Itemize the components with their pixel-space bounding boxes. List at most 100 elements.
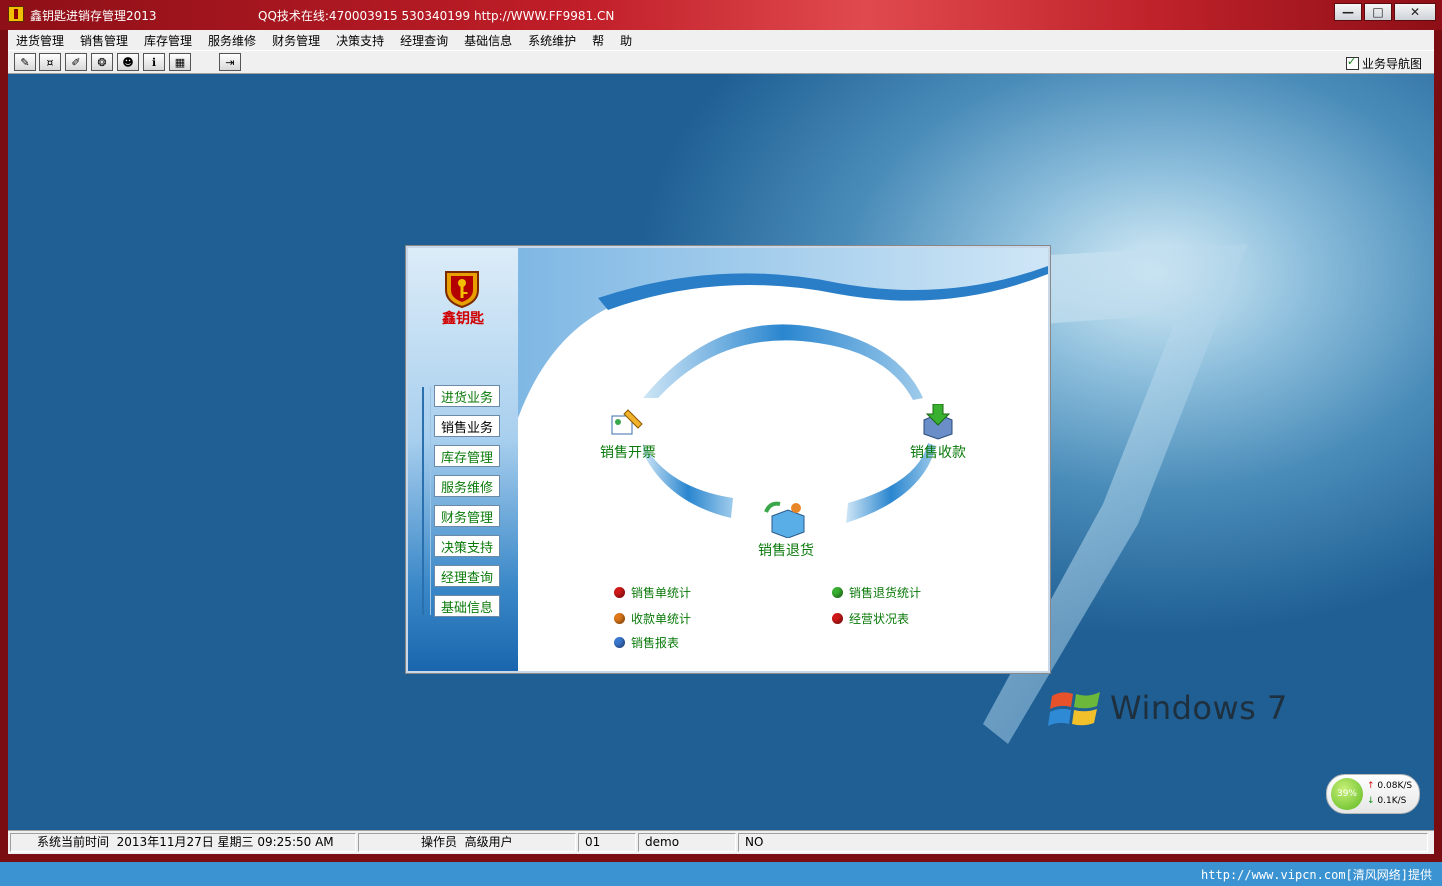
nav-toggle-label: 业务导航图 [1361,57,1422,71]
orange-bullet-icon [614,613,625,624]
menu-system[interactable]: 系统维护 [520,32,584,49]
nav-sales-button[interactable]: 销售业务 [434,415,500,437]
nav-basic-info-button[interactable]: 基础信息 [434,595,500,617]
nav-finance-button[interactable]: 财务管理 [434,505,500,527]
status-user-panel: demo [638,833,736,852]
windows-logo: Windows 7 [1048,686,1288,730]
menu-inventory[interactable]: 库存管理 [136,32,200,49]
support-info: QQ技术在线:470003915 530340199 http://WWW.FF… [258,9,615,23]
credit-text: http://www.vipcn.com[清风网络]提供 [1201,868,1432,882]
blue-bullet-icon [614,637,625,648]
users-tool-button[interactable]: ☻ [117,53,139,71]
nav-toggle-checkbox[interactable] [1345,55,1359,70]
business-nav-dialog: 鑫钥匙 进货业务 销售业务 库存管理 服务维修 财务管理 决策支持 经理查询 基… [406,246,1050,673]
report-label: 经营状况表 [849,612,910,626]
network-monitor-widget[interactable]: 39% ↑ 0.08K/S ↓ 0.1K/S [1326,774,1420,814]
title-bar[interactable]: 鑫钥匙进销存管理2013 QQ技术在线:470003915 530340199 … [0,0,1442,30]
download-arrow-icon: ↓ [1367,796,1375,806]
coins-icon: ❂ [97,55,107,69]
exit-tool-button[interactable]: ⇥ [219,53,241,71]
finance-tool-button[interactable]: ❂ [91,53,113,71]
flow-background [518,248,1048,523]
key-shield-logo [445,271,479,308]
download-speed: ↓ 0.1K/S [1367,796,1406,806]
nav-purchase-button[interactable]: 进货业务 [434,385,500,407]
nav-inventory-button[interactable]: 库存管理 [434,445,500,467]
menu-manager[interactable]: 经理查询 [392,32,456,49]
sales-receipt-node[interactable]: 销售收款 [910,404,966,462]
status-operator-role: 高级用户 [464,835,513,849]
minimize-icon: — [1342,5,1354,19]
sales-tool-button[interactable]: ¤ [39,53,61,71]
report-label: 销售退货统计 [849,586,922,600]
upload-arrow-icon: ↑ [1367,781,1375,791]
menu-bar: 进货管理 销售管理 库存管理 服务维修 财务管理 决策支持 经理查询 基础信息 … [8,30,1434,50]
sales-invoice-node[interactable]: 销售开票 [600,406,656,462]
pen-icon: ✎ [20,55,30,69]
status-bar: 系统当前时间 2013年11月27日 星期三 09:25:50 AM 操作员 高… [8,830,1434,854]
maximize-icon: □ [1372,5,1384,19]
cpu-usage-gauge: 39% [1331,778,1363,810]
sales-return-node[interactable]: 销售退货 [758,500,814,560]
status-operator-panel: 操作员 高级用户 [358,833,576,852]
menu-basic-info[interactable]: 基础信息 [456,32,520,49]
download-box-icon [923,404,953,440]
status-time-value: 2013年11月27日 星期三 09:25:50 AM [116,835,334,849]
os-version: 7 [1267,689,1288,727]
nav-toggle[interactable]: 业务导航图 [1345,55,1422,72]
desktop-area: Windows 7 鑫钥匙 进货业务 销售业务 库存管理 服务维修 财务管理 决… [8,74,1434,830]
credit-bar: http://www.vipcn.com[清风网络]提供 [0,862,1442,886]
return-box-icon [764,501,805,538]
nav-rail [422,387,431,615]
app-window: 鑫钥匙进销存管理2013 QQ技术在线:470003915 530340199 … [0,0,1442,862]
sales-invoice-label: 销售开票 [600,445,656,461]
menu-purchase[interactable]: 进货管理 [8,32,72,49]
sales-return-label: 销售退货 [758,543,814,559]
edit-tool-button[interactable]: ✐ [65,53,87,71]
report-label: 收款单统计 [631,612,692,626]
download-value: 0.1K/S [1377,796,1407,806]
window-title: 鑫钥匙进销存管理2013 [30,9,157,23]
invoice-icon [611,409,643,435]
menu-sales[interactable]: 销售管理 [72,32,136,49]
minimize-button[interactable]: — [1334,3,1362,21]
report-sales-report[interactable]: 销售报表 [614,634,679,651]
brand-name: 鑫钥匙 [442,311,484,327]
maximize-button[interactable]: □ [1364,3,1392,21]
users-icon: ☻ [122,55,134,69]
upload-speed: ↑ 0.08K/S [1367,781,1412,791]
calculator-tool-button[interactable]: ▦ [169,53,191,71]
menu-help-1[interactable]: 帮 [584,32,612,49]
windows-flag-icon [1048,692,1100,726]
dialog-sidebar: 鑫钥匙 进货业务 销售业务 库存管理 服务维修 财务管理 决策支持 经理查询 基… [408,248,518,671]
menu-service[interactable]: 服务维修 [200,32,264,49]
nav-decision-button[interactable]: 决策支持 [434,535,500,557]
flow-diagram: 销售开票 销售收款 销售退货 销售单统计 收款单统计 销售报表 销售退货统计 经… [518,248,1048,671]
purchase-tool-button[interactable]: ✎ [14,53,36,71]
window-controls: — □ ✕ [1332,3,1436,21]
status-operator-label: 操作员 [421,835,458,849]
report-label: 销售单统计 [631,586,692,600]
nav-service-button[interactable]: 服务维修 [434,475,500,497]
report-sales-order-stats[interactable]: 销售单统计 [614,584,691,601]
menu-decision[interactable]: 决策支持 [328,32,392,49]
close-button[interactable]: ✕ [1394,3,1436,21]
os-brand: Windows [1110,689,1257,727]
app-icon[interactable] [8,6,24,22]
calculator-icon: ▦ [174,55,186,69]
red-bullet-icon [832,613,843,624]
toolbar: ✎ ¤ ✐ ❂ ☻ ℹ ▦ ⇥ 业务导航图 [8,50,1434,74]
nav-manager-button[interactable]: 经理查询 [434,565,500,587]
report-receipt-stats[interactable]: 收款单统计 [614,610,691,627]
red-bullet-icon [614,587,625,598]
menu-help-2[interactable]: 助 [612,32,640,49]
green-bullet-icon [832,587,843,598]
report-label: 销售报表 [631,636,680,650]
sales-receipt-label: 销售收款 [910,445,966,461]
close-icon: ✕ [1409,5,1421,19]
pencil-icon: ✐ [71,55,81,69]
menu-finance[interactable]: 财务管理 [264,32,328,49]
report-return-stats[interactable]: 销售退货统计 [832,584,921,601]
info-tool-button[interactable]: ℹ [143,53,165,71]
report-business-status[interactable]: 经营状况表 [832,610,909,627]
